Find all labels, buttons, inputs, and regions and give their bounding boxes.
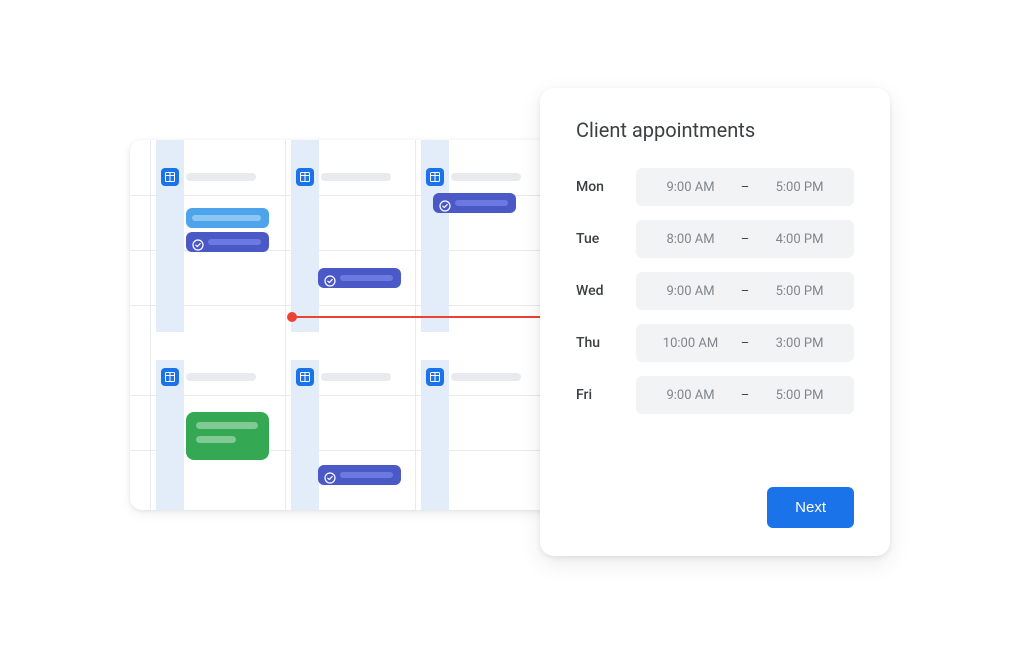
grid-calendar-icon — [161, 168, 179, 186]
calendar-preview — [130, 140, 560, 510]
schedule-day-label: Thu — [576, 335, 624, 351]
start-time: 9:00 AM — [646, 388, 735, 403]
grid-calendar-icon — [426, 368, 444, 386]
time-separator: – — [735, 284, 755, 299]
day-label-placeholder — [451, 173, 521, 181]
calendar-event[interactable] — [318, 268, 401, 288]
day-label-placeholder — [186, 373, 256, 381]
check-circle-icon — [192, 236, 204, 248]
calendar-event[interactable] — [186, 208, 269, 228]
schedule-day-label: Tue — [576, 231, 624, 247]
schedule-row: Tue 8:00 AM – 4:00 PM — [576, 220, 854, 258]
time-range-input[interactable]: 9:00 AM – 5:00 PM — [636, 376, 854, 414]
grid-line — [150, 140, 151, 510]
appointments-panel: Client appointments Mon 9:00 AM – 5:00 P… — [540, 88, 890, 556]
end-time: 5:00 PM — [755, 284, 844, 299]
start-time: 9:00 AM — [646, 180, 735, 195]
check-circle-icon — [439, 197, 451, 209]
event-line — [196, 422, 258, 429]
event-line — [196, 436, 236, 443]
end-time: 3:00 PM — [755, 336, 844, 351]
end-time: 4:00 PM — [755, 232, 844, 247]
schedule-day-label: Fri — [576, 387, 624, 403]
day-label-placeholder — [321, 173, 391, 181]
time-separator: – — [735, 180, 755, 195]
schedule-row: Mon 9:00 AM – 5:00 PM — [576, 168, 854, 206]
start-time: 8:00 AM — [646, 232, 735, 247]
day-label-placeholder — [321, 373, 391, 381]
schedule-row: Fri 9:00 AM – 5:00 PM — [576, 376, 854, 414]
day-label-placeholder — [186, 173, 256, 181]
time-separator: – — [735, 232, 755, 247]
schedule-row: Wed 9:00 AM – 5:00 PM — [576, 272, 854, 310]
end-time: 5:00 PM — [755, 388, 844, 403]
next-button[interactable]: Next — [767, 487, 854, 528]
time-separator: – — [735, 388, 755, 403]
grid-line — [285, 140, 286, 510]
time-range-input[interactable]: 9:00 AM – 5:00 PM — [636, 272, 854, 310]
schedule-day-label: Mon — [576, 179, 624, 195]
schedule-day-label: Wed — [576, 283, 624, 299]
grid-calendar-icon — [426, 168, 444, 186]
check-circle-icon — [324, 469, 336, 481]
calendar-event[interactable] — [186, 232, 269, 252]
grid-line — [130, 395, 560, 396]
schedule-row: Thu 10:00 AM – 3:00 PM — [576, 324, 854, 362]
end-time: 5:00 PM — [755, 180, 844, 195]
time-separator: – — [735, 336, 755, 351]
panel-title: Client appointments — [576, 118, 854, 142]
time-range-input[interactable]: 8:00 AM – 4:00 PM — [636, 220, 854, 258]
time-range-input[interactable]: 9:00 AM – 5:00 PM — [636, 168, 854, 206]
calendar-event[interactable] — [318, 465, 401, 485]
calendar-event-block[interactable] — [186, 412, 269, 460]
start-time: 10:00 AM — [646, 336, 735, 351]
current-time-line — [292, 316, 545, 318]
time-range-input[interactable]: 10:00 AM – 3:00 PM — [636, 324, 854, 362]
calendar-event[interactable] — [433, 193, 516, 213]
day-label-placeholder — [451, 373, 521, 381]
grid-line — [415, 140, 416, 510]
grid-line — [130, 305, 560, 306]
grid-calendar-icon — [161, 368, 179, 386]
calendar-grid — [130, 140, 560, 510]
check-circle-icon — [324, 272, 336, 284]
start-time: 9:00 AM — [646, 284, 735, 299]
grid-calendar-icon — [296, 368, 314, 386]
grid-calendar-icon — [296, 168, 314, 186]
